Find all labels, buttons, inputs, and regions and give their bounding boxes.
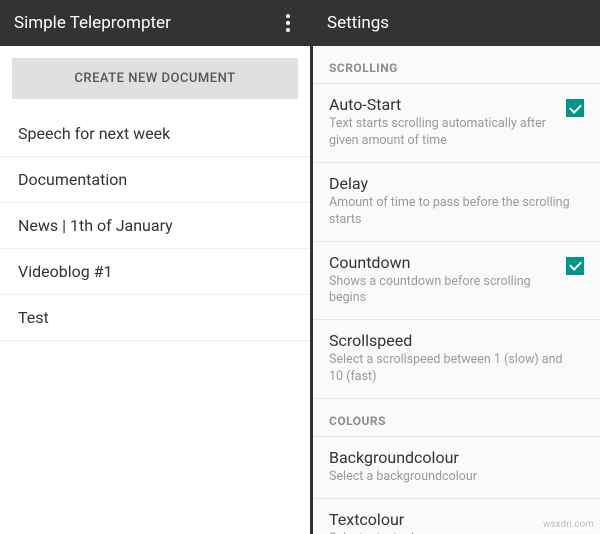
right-appbar: Settings	[313, 0, 600, 46]
setting-label: Scrollspeed	[329, 331, 578, 350]
document-item[interactable]: News | 1th of January	[0, 203, 310, 249]
overflow-menu-icon[interactable]	[280, 8, 296, 38]
document-item[interactable]: Speech for next week	[0, 111, 310, 157]
section-colours: COLOURS	[313, 399, 600, 437]
setting-subtitle: Text starts scrolling automatically afte…	[329, 116, 560, 150]
setting-subtitle: Amount of time to pass before the scroll…	[329, 195, 578, 229]
document-item[interactable]: Documentation	[0, 157, 310, 203]
setting-subtitle: Select a scrollspeed between 1 (slow) an…	[329, 352, 578, 386]
settings-title: Settings	[327, 13, 586, 33]
documents-pane: Simple Teleprompter CREATE NEW DOCUMENT …	[0, 0, 310, 534]
setting-subtitle: Select a backgroundcolour	[329, 469, 578, 486]
document-item[interactable]: Videoblog #1	[0, 249, 310, 295]
setting-subtitle: Shows a countdown before scrolling begin…	[329, 274, 560, 308]
checkbox-icon[interactable]	[566, 257, 584, 275]
setting-label: Auto-Start	[329, 95, 560, 114]
checkbox-icon[interactable]	[566, 99, 584, 117]
settings-pane: Settings SCROLLING Auto-Start Text start…	[310, 0, 600, 534]
setting-label: Backgroundcolour	[329, 448, 578, 467]
setting-countdown[interactable]: Countdown Shows a countdown before scrol…	[313, 242, 600, 321]
document-item[interactable]: Test	[0, 295, 310, 341]
setting-label: Delay	[329, 174, 578, 193]
watermark: wsxdn.com	[543, 519, 594, 530]
setting-scrollspeed[interactable]: Scrollspeed Select a scrollspeed between…	[313, 320, 600, 399]
section-scrolling: SCROLLING	[313, 46, 600, 84]
setting-backgroundcolour[interactable]: Backgroundcolour Select a backgroundcolo…	[313, 437, 600, 499]
create-document-button[interactable]: CREATE NEW DOCUMENT	[12, 58, 298, 99]
setting-label: Textcolour	[329, 510, 578, 529]
setting-auto-start[interactable]: Auto-Start Text starts scrolling automat…	[313, 84, 600, 163]
app-title: Simple Teleprompter	[14, 13, 280, 33]
setting-delay[interactable]: Delay Amount of time to pass before the …	[313, 163, 600, 242]
setting-label: Countdown	[329, 253, 560, 272]
left-appbar: Simple Teleprompter	[0, 0, 310, 46]
